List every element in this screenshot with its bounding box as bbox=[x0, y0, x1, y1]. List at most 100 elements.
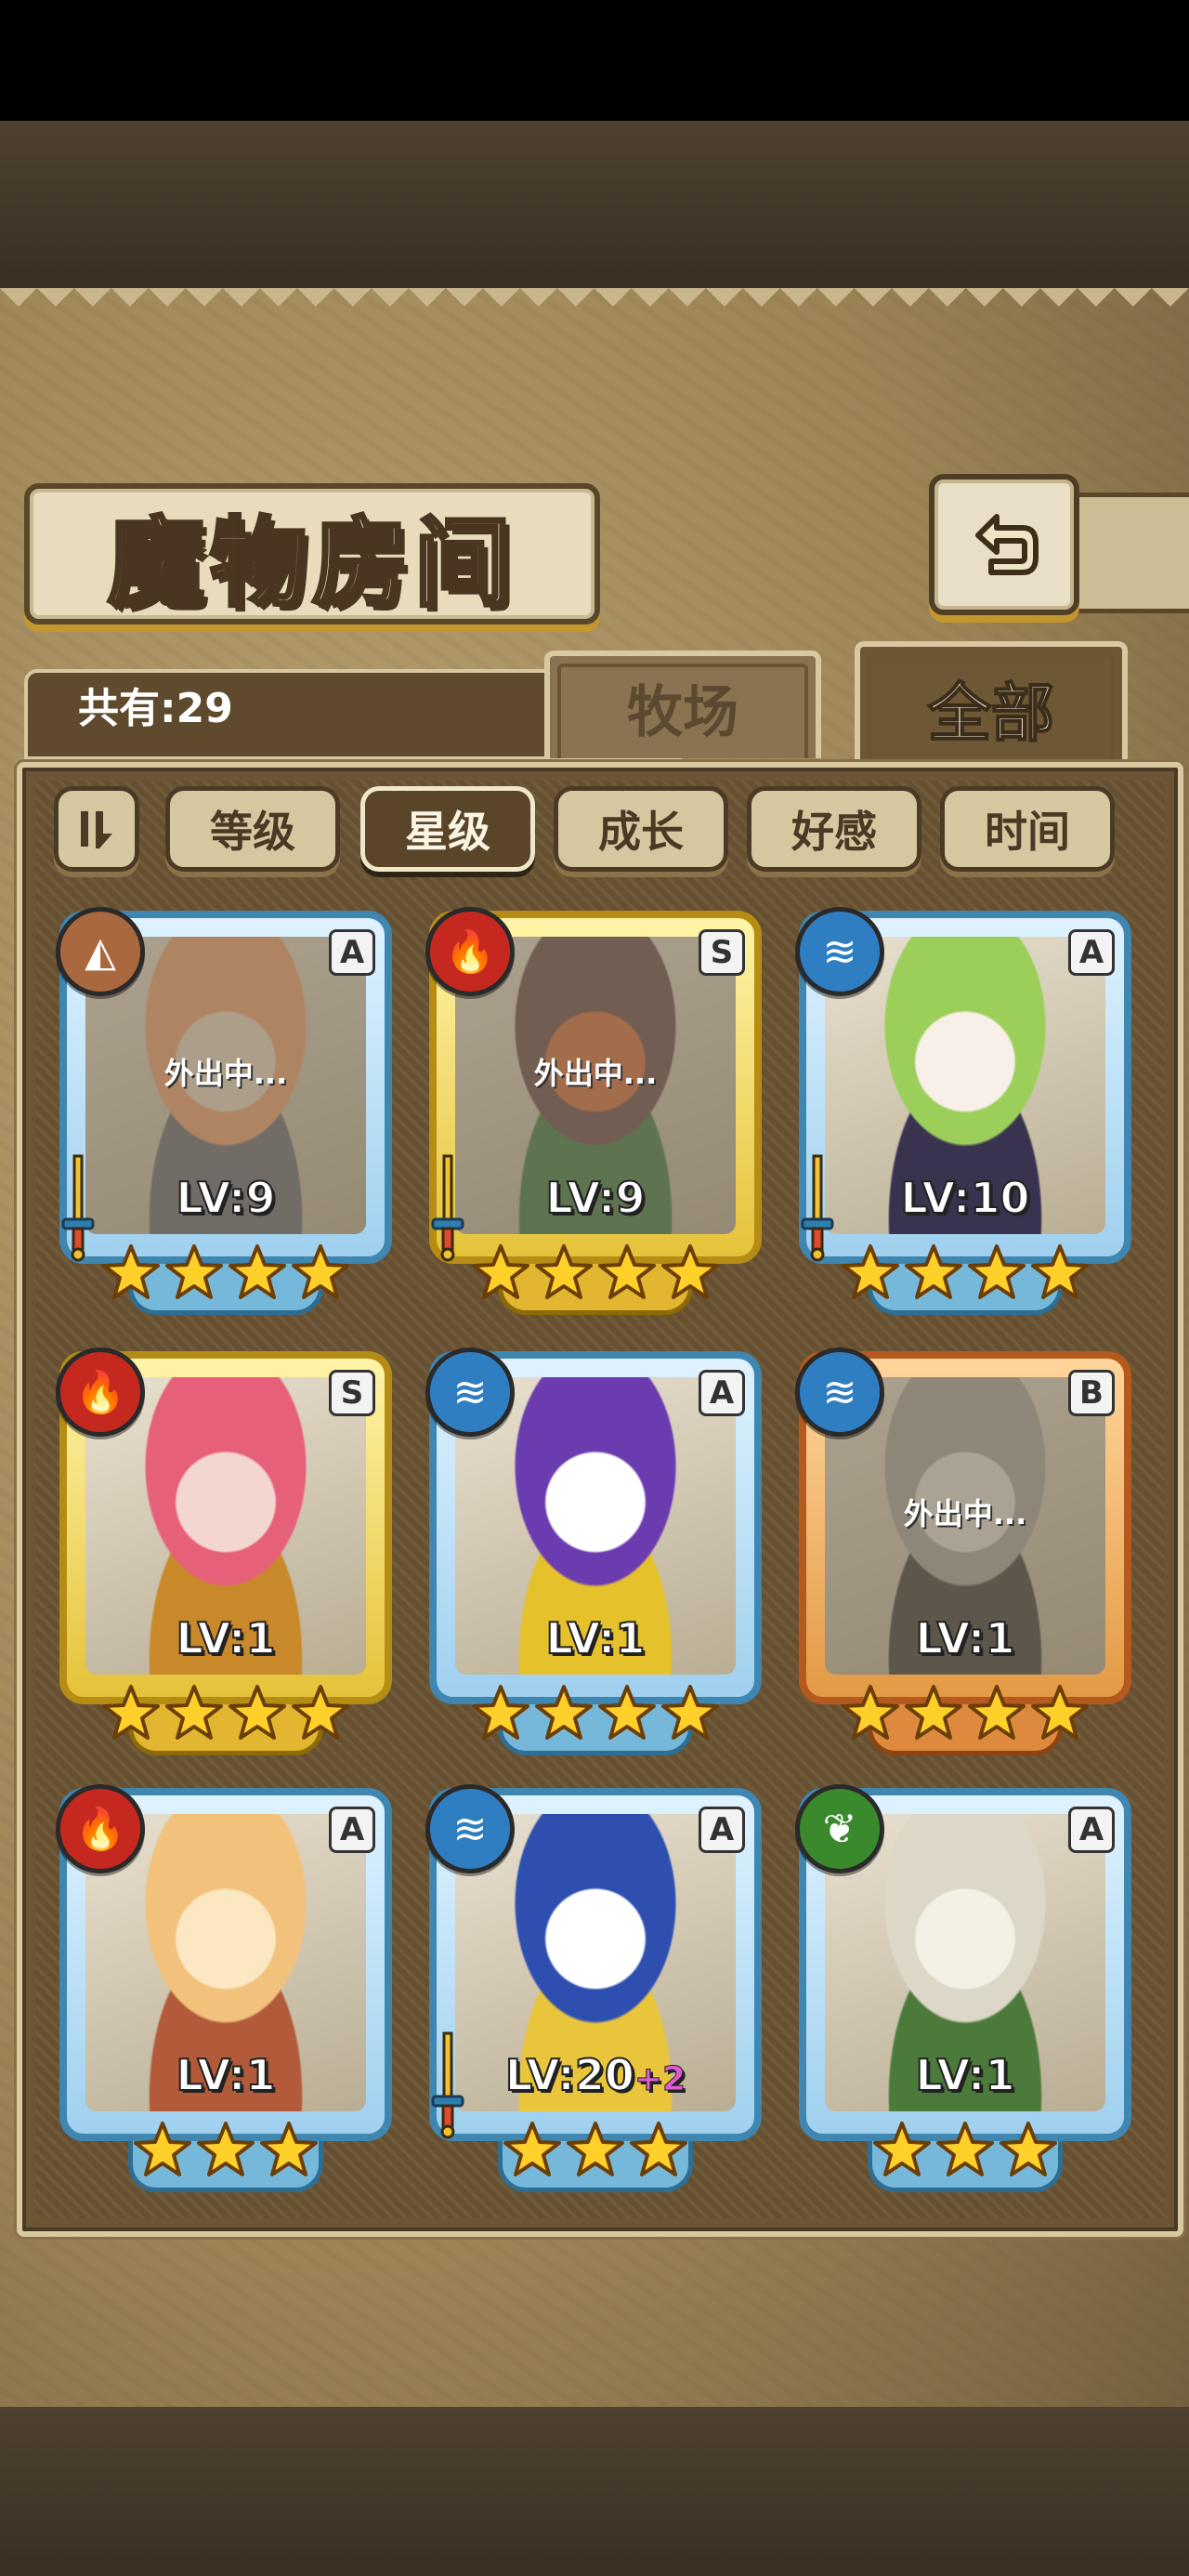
sort-button-time[interactable]: 时间 bbox=[940, 786, 1115, 872]
monster-card[interactable]: 🔥 A LV:1 bbox=[56, 1784, 392, 2192]
star-icon bbox=[1000, 2122, 1057, 2176]
star-icon bbox=[936, 2122, 994, 2176]
monster-level: LV:1 bbox=[799, 1612, 1131, 1664]
back-button[interactable] bbox=[929, 474, 1079, 615]
star-icon bbox=[661, 1244, 719, 1299]
star-icon bbox=[102, 1685, 160, 1740]
monster-level: LV:1 bbox=[59, 2049, 392, 2101]
star-icon bbox=[1031, 1244, 1089, 1299]
fire-element-icon: 🔥 bbox=[425, 907, 515, 996]
rank-badge: A bbox=[329, 929, 375, 976]
monster-card[interactable]: ≋ A LV:1 bbox=[425, 1347, 762, 1755]
monster-card[interactable]: 🔥 S 外出中... LV:9 bbox=[425, 907, 762, 1315]
star-rating bbox=[799, 1678, 1131, 1749]
level-value: LV:9 bbox=[545, 1172, 647, 1224]
star-icon bbox=[503, 2122, 561, 2176]
water-element-icon: ≋ bbox=[795, 907, 884, 996]
top-map-band bbox=[0, 121, 1189, 288]
monster-card[interactable]: ≋ A LV:10 bbox=[795, 907, 1131, 1315]
sort-order-toggle[interactable] bbox=[54, 786, 139, 872]
sort-button-level[interactable]: 等级 bbox=[165, 786, 340, 872]
tab-ranch[interactable]: 牧场 bbox=[544, 651, 821, 758]
monster-card[interactable]: ≋ A LV:20+2 bbox=[425, 1784, 762, 2192]
rank-badge: S bbox=[699, 929, 745, 976]
monster-level: LV:1 bbox=[59, 1612, 392, 1664]
star-icon bbox=[567, 2122, 624, 2176]
sort-button-stars[interactable]: 星级 bbox=[360, 786, 535, 872]
title-plate: 魔物房间 bbox=[24, 483, 600, 624]
monster-card[interactable]: ≋ B 外出中... LV:1 bbox=[795, 1347, 1131, 1755]
rank-badge: A bbox=[329, 1807, 375, 1853]
rank-badge: A bbox=[699, 1807, 745, 1853]
level-value: LV:1 bbox=[915, 1612, 1016, 1664]
monster-card[interactable]: 🔥 S LV:1 bbox=[56, 1347, 392, 1755]
monster-card[interactable]: ◭ A 外出中... LV:9 bbox=[56, 907, 392, 1315]
water-element-icon: ≋ bbox=[425, 1347, 515, 1437]
top-torn-edge bbox=[0, 288, 1189, 316]
star-icon bbox=[661, 1685, 719, 1740]
star-rating bbox=[59, 1678, 392, 1749]
star-icon bbox=[905, 1685, 962, 1740]
sort-button-level-label: 等级 bbox=[210, 807, 295, 857]
sort-button-growth-label: 成长 bbox=[598, 807, 684, 857]
earth-element-icon: ◭ bbox=[56, 907, 145, 996]
star-icon bbox=[1031, 1685, 1089, 1740]
level-value: LV:9 bbox=[176, 1172, 277, 1224]
tab-ranch-label: 牧场 bbox=[627, 679, 738, 745]
star-icon bbox=[842, 1685, 899, 1740]
rank-badge: B bbox=[1068, 1370, 1115, 1416]
star-icon bbox=[968, 1685, 1026, 1740]
star-rating bbox=[429, 1238, 762, 1308]
star-icon bbox=[165, 1685, 223, 1740]
star-icon bbox=[197, 2122, 255, 2176]
fire-element-icon: 🔥 bbox=[56, 1347, 145, 1437]
rank-badge: A bbox=[699, 1370, 745, 1416]
star-rating bbox=[59, 2115, 392, 2186]
water-element-icon: ≋ bbox=[795, 1347, 884, 1437]
star-icon bbox=[229, 1244, 286, 1299]
rank-badge: S bbox=[329, 1370, 375, 1416]
rank-badge: A bbox=[1068, 929, 1115, 976]
level-value: LV:20 bbox=[504, 2049, 635, 2101]
level-value: LV:10 bbox=[900, 1172, 1031, 1224]
monster-level: LV:9 bbox=[59, 1172, 392, 1224]
star-icon bbox=[598, 1685, 656, 1740]
away-status: 外出中... bbox=[903, 1496, 1027, 1531]
sort-button-affection[interactable]: 好感 bbox=[747, 786, 921, 872]
sort-button-time-label: 时间 bbox=[985, 807, 1070, 857]
tab-all[interactable]: 全部 bbox=[855, 641, 1128, 768]
away-status: 外出中... bbox=[533, 1056, 658, 1091]
star-icon bbox=[134, 2122, 191, 2176]
tab-all-label: 全部 bbox=[927, 676, 1055, 752]
star-icon bbox=[842, 1244, 899, 1299]
rank-badge: A bbox=[1068, 1807, 1115, 1853]
monster-level: LV:9 bbox=[429, 1172, 762, 1224]
water-element-icon: ≋ bbox=[425, 1784, 515, 1873]
monster-card[interactable]: ❦ A LV:1 bbox=[795, 1784, 1131, 2192]
away-status: 外出中... bbox=[163, 1056, 288, 1091]
star-icon bbox=[472, 1244, 529, 1299]
star-icon bbox=[165, 1244, 223, 1299]
star-icon bbox=[598, 1244, 656, 1299]
sort-button-growth[interactable]: 成长 bbox=[554, 786, 728, 872]
sort-button-stars-label: 星级 bbox=[405, 807, 490, 857]
star-icon bbox=[292, 1244, 349, 1299]
level-value: LV:1 bbox=[915, 2049, 1016, 2101]
star-icon bbox=[630, 2122, 687, 2176]
monster-count: 共有:29 bbox=[78, 685, 233, 732]
star-icon bbox=[873, 2122, 931, 2176]
level-bonus: +2 bbox=[634, 2060, 686, 2099]
level-value: LV:1 bbox=[176, 2049, 277, 2101]
star-icon bbox=[968, 1244, 1026, 1299]
wood-element-icon: ❦ bbox=[795, 1784, 884, 1873]
page-title: 魔物房间 bbox=[106, 504, 516, 622]
monster-level: LV:1 bbox=[799, 2049, 1131, 2101]
star-icon bbox=[229, 1685, 286, 1740]
star-icon bbox=[535, 1244, 593, 1299]
monster-level: LV:1 bbox=[429, 1612, 762, 1664]
star-icon bbox=[472, 1685, 529, 1740]
star-rating bbox=[429, 2115, 762, 2186]
level-value: LV:1 bbox=[176, 1612, 277, 1664]
bottom-map-band bbox=[0, 2407, 1189, 2576]
sort-bar: 等级 星级 成长 好感 时间 bbox=[46, 777, 1143, 879]
